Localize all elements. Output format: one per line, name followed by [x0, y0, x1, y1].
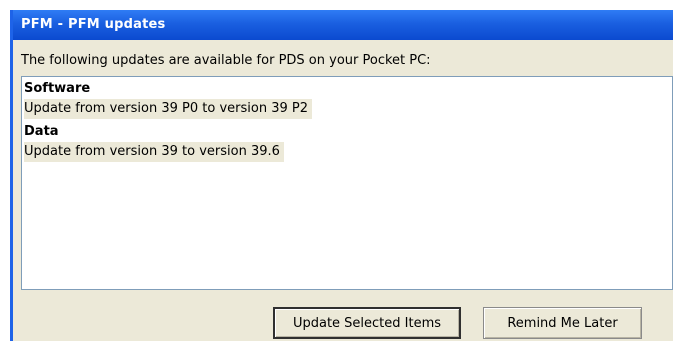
list-item-software-update[interactable]: Update from version 39 P0 to version 39 … — [24, 99, 312, 119]
remind-later-button[interactable]: Remind Me Later — [483, 307, 642, 339]
title-bar[interactable]: PFM - PFM updates — [13, 10, 673, 40]
updates-list[interactable]: Software Update from version 39 P0 to ve… — [21, 76, 673, 290]
group-header-data: Data — [24, 124, 59, 139]
update-selected-button[interactable]: Update Selected Items — [273, 307, 461, 339]
intro-text: The following updates are available for … — [21, 53, 431, 68]
list-item-data-update[interactable]: Update from version 39 to version 39.6 — [24, 142, 284, 162]
updates-dialog: PFM - PFM updates The following updates … — [10, 10, 673, 341]
group-header-software: Software — [24, 81, 91, 96]
window-title: PFM - PFM updates — [21, 17, 166, 32]
